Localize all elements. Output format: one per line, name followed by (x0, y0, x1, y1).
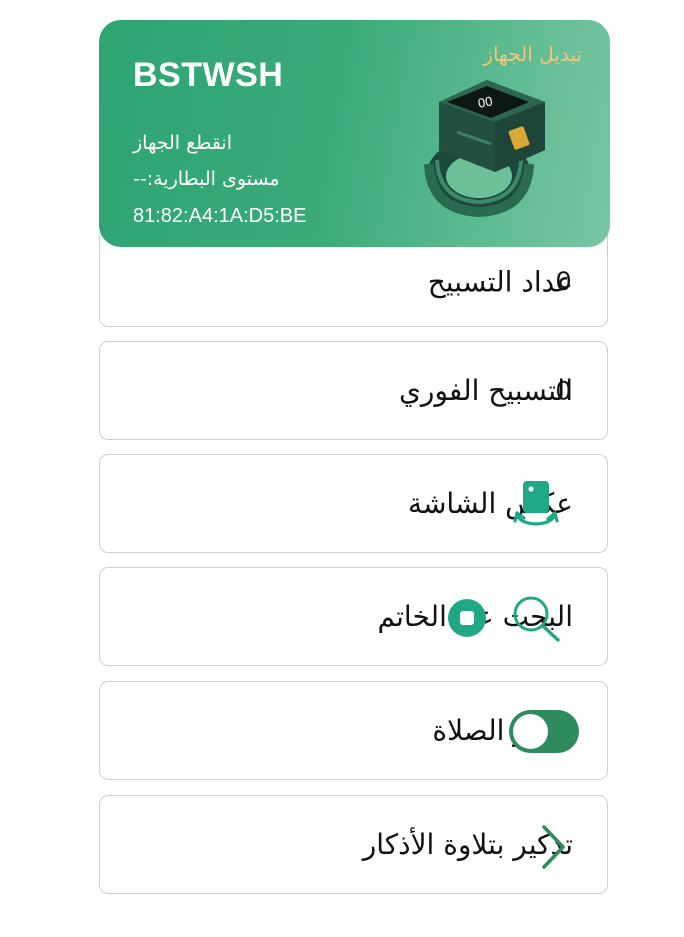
ring-display-text: 00 (477, 93, 494, 111)
prayer-reminder-toggle[interactable] (509, 710, 579, 753)
instant-tasbeeh-label: التسبيح الفوري (399, 373, 573, 407)
connection-status: انقطع الجهاز (133, 132, 232, 154)
chevron-right-icon[interactable] (536, 823, 570, 871)
flip-screen-row[interactable]: عكس الشاشة (99, 454, 608, 553)
find-ring-row: البحث عن الخاتم (99, 567, 608, 666)
toggle-knob (513, 714, 548, 749)
device-card: BSTWSH انقطع الجهاز مستوى البطارية:-- 81… (99, 20, 610, 247)
screen-flip-icon[interactable] (512, 479, 560, 529)
search-icon[interactable] (509, 592, 565, 644)
adhkar-reminder-row[interactable]: تذكير بتلاوة الأذكار (99, 795, 608, 894)
switch-device-button[interactable]: تبديل الجهاز (483, 42, 582, 66)
prayer-reminder-row: تذكير الصلاة (99, 681, 608, 780)
ring-settings-screen: BSTWSH انقطع الجهاز مستوى البطارية:-- 81… (0, 0, 684, 937)
stop-icon[interactable] (447, 598, 487, 638)
instant-tasbeeh-row[interactable]: التسبيح الفوري 0 (99, 341, 608, 440)
ring-image: 00 (424, 80, 545, 218)
instant-tasbeeh-value: 0 (556, 375, 572, 405)
tasbeeh-counter-label: عداد التسبيح (427, 264, 573, 298)
device-name: BSTWSH (133, 56, 284, 94)
tasbeeh-counter-value: 0 (556, 265, 572, 296)
battery-level: مستوى البطارية:-- (133, 168, 280, 190)
mac-address: 81:82:A4:1A:D5:BE (133, 205, 307, 227)
